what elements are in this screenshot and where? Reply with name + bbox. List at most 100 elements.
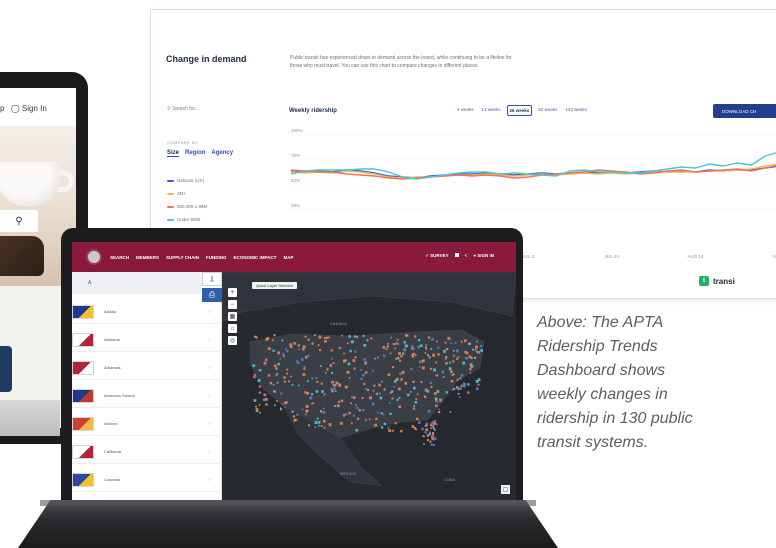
transit-agency-marker[interactable]: [323, 393, 326, 396]
transit-agency-marker[interactable]: [291, 384, 294, 386]
transit-agency-marker[interactable]: [453, 354, 455, 357]
transit-agency-marker[interactable]: [304, 391, 307, 394]
transit-agency-marker[interactable]: [352, 414, 356, 417]
transit-agency-marker[interactable]: [295, 359, 298, 362]
transit-agency-marker[interactable]: [423, 395, 427, 398]
transit-agency-marker[interactable]: [372, 389, 375, 392]
transit-agency-marker[interactable]: [272, 383, 275, 386]
transit-agency-marker[interactable]: [454, 342, 457, 344]
transit-agency-marker[interactable]: [398, 352, 401, 355]
transit-agency-marker[interactable]: [385, 348, 388, 351]
nav-funding[interactable]: FUNDING: [206, 255, 227, 260]
transit-agency-marker[interactable]: [386, 345, 389, 348]
transit-agency-marker[interactable]: [452, 360, 455, 363]
transit-agency-marker[interactable]: [423, 443, 425, 445]
transit-agency-marker[interactable]: [380, 412, 383, 415]
transit-agency-marker[interactable]: [433, 392, 437, 395]
transit-agency-marker[interactable]: [255, 336, 258, 339]
transit-agency-marker[interactable]: [410, 345, 414, 348]
transit-agency-marker[interactable]: [464, 350, 467, 354]
transit-agency-marker[interactable]: [418, 366, 421, 368]
transit-agency-marker[interactable]: [389, 391, 392, 394]
transit-agency-marker[interactable]: [346, 371, 348, 373]
transit-agency-marker[interactable]: [475, 340, 479, 343]
transit-agency-marker[interactable]: [352, 359, 356, 362]
transit-agency-marker[interactable]: [480, 345, 483, 348]
transit-agency-marker[interactable]: [459, 387, 462, 390]
transit-agency-marker[interactable]: [331, 357, 333, 360]
transit-agency-marker[interactable]: [265, 358, 268, 361]
transit-agency-marker[interactable]: [317, 344, 320, 347]
state-list-item[interactable]: Alaska ›: [72, 300, 222, 324]
transit-agency-marker[interactable]: [265, 403, 268, 406]
transit-agency-marker[interactable]: [344, 385, 348, 389]
transit-agency-marker[interactable]: [431, 437, 434, 440]
transit-agency-marker[interactable]: [414, 401, 418, 404]
transit-agency-marker[interactable]: [316, 380, 319, 383]
layers-button[interactable]: ▦: [228, 312, 237, 321]
transit-agency-marker[interactable]: [475, 379, 479, 383]
transit-agency-marker[interactable]: [258, 391, 261, 394]
transit-agency-marker[interactable]: [276, 381, 279, 384]
transit-agency-marker[interactable]: [426, 354, 429, 357]
transit-agency-marker[interactable]: [364, 387, 367, 390]
transit-agency-marker[interactable]: [285, 348, 287, 350]
transit-agency-marker[interactable]: [286, 368, 289, 371]
transit-agency-marker[interactable]: [329, 364, 333, 367]
transit-agency-marker[interactable]: [449, 411, 452, 413]
transit-agency-marker[interactable]: [318, 335, 322, 339]
transit-agency-marker[interactable]: [424, 431, 427, 434]
transit-agency-marker[interactable]: [318, 424, 320, 427]
transit-agency-marker[interactable]: [298, 348, 301, 351]
transit-agency-marker[interactable]: [379, 392, 381, 395]
transit-agency-marker[interactable]: [358, 409, 361, 412]
nav-members[interactable]: MEMBERS: [136, 255, 159, 260]
zoom-out-button[interactable]: −: [228, 300, 237, 309]
transit-agency-marker[interactable]: [273, 404, 276, 407]
transit-agency-marker[interactable]: [253, 374, 256, 376]
transit-agency-marker[interactable]: [400, 378, 403, 381]
transit-agency-marker[interactable]: [435, 423, 438, 426]
transit-agency-marker[interactable]: [314, 421, 318, 424]
transit-agency-marker[interactable]: [281, 403, 284, 405]
transit-agency-marker[interactable]: [412, 380, 415, 383]
nav-economic-impact[interactable]: ECONOMIC IMPACT: [234, 255, 277, 260]
nav-search[interactable]: SEARCH: [110, 255, 129, 260]
transit-agency-marker[interactable]: [320, 382, 323, 385]
transit-agency-marker[interactable]: [400, 429, 403, 433]
transit-agency-marker[interactable]: [347, 362, 351, 366]
transit-agency-marker[interactable]: [360, 377, 363, 381]
transit-agency-marker[interactable]: [296, 413, 299, 416]
transit-agency-marker[interactable]: [383, 354, 386, 358]
transit-agency-marker[interactable]: [450, 379, 454, 383]
transit-agency-marker[interactable]: [443, 349, 446, 353]
transit-agency-marker[interactable]: [437, 411, 441, 414]
transit-agency-marker[interactable]: [441, 370, 445, 374]
transit-map[interactable]: + − ▦ ⌂ ◎ Quick Layer Selector CANADA ME…: [222, 272, 516, 500]
transit-agency-marker[interactable]: [438, 408, 441, 411]
transit-agency-marker[interactable]: [424, 352, 427, 354]
share-icon[interactable]: <: [465, 253, 468, 259]
transit-agency-marker[interactable]: [430, 427, 433, 429]
transit-agency-marker[interactable]: [265, 397, 268, 401]
transit-agency-marker[interactable]: [465, 356, 468, 360]
transit-agency-marker[interactable]: [292, 411, 294, 413]
transit-agency-marker[interactable]: [267, 374, 271, 377]
transit-agency-marker[interactable]: [413, 352, 416, 356]
transit-agency-marker[interactable]: [310, 393, 313, 396]
transit-agency-marker[interactable]: [360, 369, 362, 371]
transit-agency-marker[interactable]: [462, 361, 465, 365]
transit-agency-marker[interactable]: [311, 377, 314, 380]
home-button[interactable]: ⌂: [228, 324, 237, 333]
transit-agency-marker[interactable]: [458, 396, 461, 398]
transit-agency-marker[interactable]: [374, 357, 376, 360]
transit-agency-marker[interactable]: [350, 340, 354, 344]
transit-agency-marker[interactable]: [320, 365, 322, 367]
transit-agency-marker[interactable]: [401, 370, 405, 374]
transit-agency-marker[interactable]: [430, 385, 433, 388]
transit-agency-marker[interactable]: [382, 345, 386, 349]
transit-agency-marker[interactable]: [400, 355, 403, 358]
transit-agency-marker[interactable]: [304, 355, 308, 359]
transit-agency-marker[interactable]: [435, 404, 438, 408]
transit-agency-marker[interactable]: [267, 347, 271, 350]
